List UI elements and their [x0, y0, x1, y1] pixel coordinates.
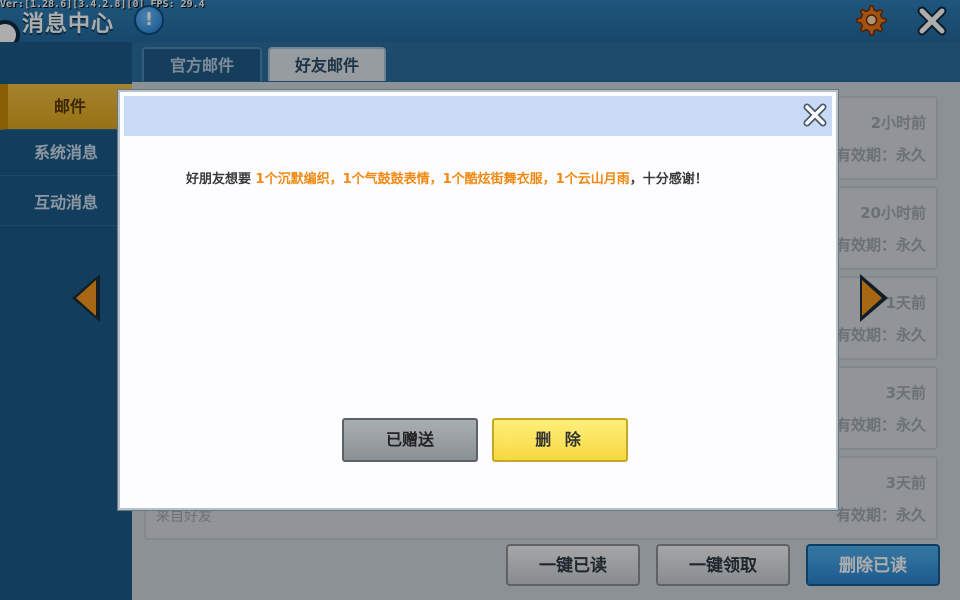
message-prefix: 好朋友想要 — [186, 172, 256, 187]
dialog-message: 好朋友想要 1个沉默编织，1个气鼓鼓表情，1个酷炫街舞衣服，1个云山月雨，十分感… — [186, 168, 806, 187]
requested-items: 1个沉默编织，1个气鼓鼓表情，1个酷炫街舞衣服，1个云山月雨 — [255, 172, 630, 187]
message-suffix: ，十分感谢！ — [629, 172, 708, 187]
delete-button[interactable]: 删 除 — [492, 418, 628, 462]
mail-detail-dialog: 好朋友想要 1个沉默编织，1个气鼓鼓表情，1个酷炫街舞衣服，1个云山月雨，十分感… — [118, 90, 838, 510]
already-sent-button[interactable]: 已赠送 — [342, 418, 478, 462]
dialog-header — [124, 96, 832, 136]
dialog-close-icon[interactable] — [802, 102, 828, 128]
